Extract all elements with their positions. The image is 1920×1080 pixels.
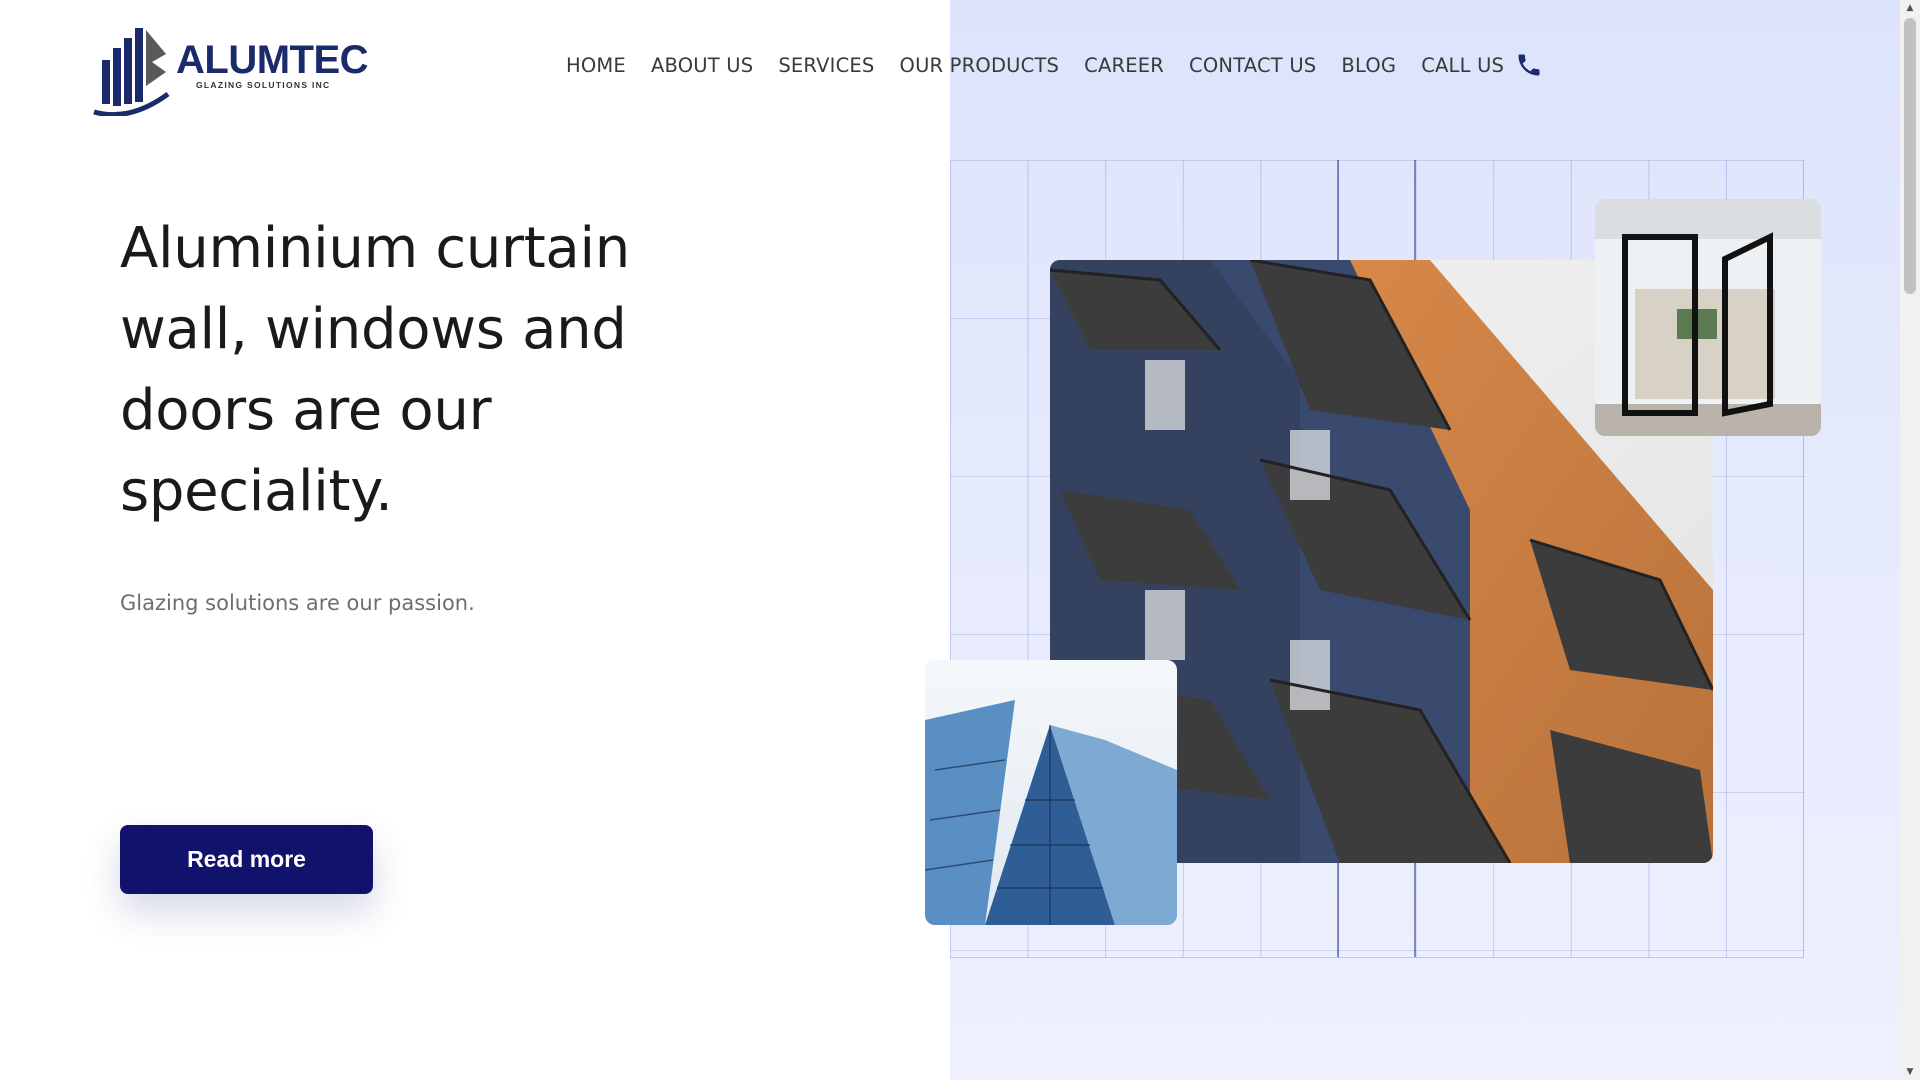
nav-services[interactable]: SERVICES bbox=[778, 54, 874, 77]
main-nav: HOME ABOUT US SERVICES OUR PRODUCTS CARE… bbox=[566, 48, 1543, 82]
nav-home[interactable]: HOME bbox=[566, 54, 626, 77]
scroll-down-icon[interactable]: ▼ bbox=[1900, 1064, 1920, 1080]
read-more-button[interactable]: Read more bbox=[120, 825, 373, 894]
nav-call-us[interactable]: CALL US bbox=[1421, 54, 1504, 77]
page-scrollbar[interactable]: ▲ ▼ bbox=[1900, 0, 1920, 1080]
nav-career[interactable]: CAREER bbox=[1084, 54, 1164, 77]
hero-headline: Aluminium curtain wall, windows and door… bbox=[120, 216, 630, 524]
scrollbar-thumb[interactable] bbox=[1904, 18, 1916, 294]
logo-brand: ALUMTEC bbox=[176, 38, 369, 82]
scroll-up-icon[interactable]: ▲ bbox=[1900, 0, 1920, 16]
building-logo-icon bbox=[93, 28, 170, 116]
glass-door-photo bbox=[1595, 199, 1821, 436]
glass-skyscraper-photo bbox=[925, 660, 1177, 925]
site-logo[interactable]: ALUMTEC GLAZING SOLUTIONS INC bbox=[90, 24, 369, 116]
nav-about-us[interactable]: ABOUT US bbox=[651, 54, 753, 77]
nav-blog[interactable]: BLOG bbox=[1341, 54, 1396, 77]
hero-subtext: Glazing solutions are our passion. bbox=[120, 591, 475, 615]
nav-contact-us[interactable]: CONTACT US bbox=[1189, 54, 1316, 77]
phone-icon[interactable] bbox=[1515, 51, 1543, 79]
nav-our-products[interactable]: OUR PRODUCTS bbox=[900, 54, 1060, 77]
logo-tagline: GLAZING SOLUTIONS INC bbox=[196, 80, 331, 90]
